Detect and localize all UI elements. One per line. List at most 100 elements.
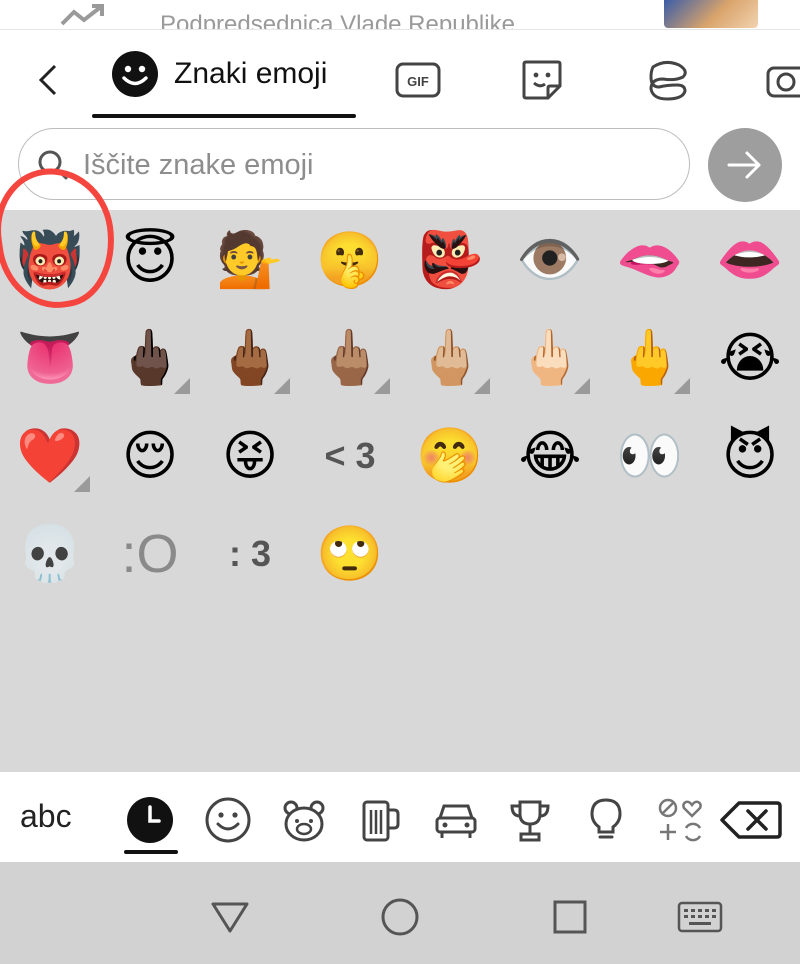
food-icon — [362, 800, 400, 842]
emoji-glyph: 🖕 — [616, 326, 684, 389]
emoji-glyph: 😂 — [518, 424, 582, 487]
emoji-glyph: : 3 — [228, 533, 271, 574]
emoji-key[interactable]: 🤫 — [300, 210, 400, 310]
emoji-key[interactable]: 🖕🏿 — [100, 308, 200, 408]
emoji-key[interactable]: 👅 — [0, 308, 100, 408]
emoji-key[interactable]: 😌 — [100, 406, 200, 506]
nav-keyboard-button[interactable] — [670, 892, 730, 942]
emoji-glyph: 🖕🏿 — [116, 326, 184, 389]
emoji-glyph: 😈 — [721, 424, 779, 487]
emoji-glyph: 😭 — [718, 326, 782, 389]
home-circle-icon — [381, 898, 419, 936]
emoji-glyph: 👺 — [416, 228, 484, 291]
gif-icon-label: GIF — [407, 74, 429, 89]
emoji-category-bar: abc — [0, 772, 800, 862]
active-category-indicator — [124, 850, 178, 854]
emoji-grid: 👹 😇 💁 🤫 👺 👁️ 🫦 👄 👅 🖕🏿 🖕🏾 🖕🏽 🖕🏼 🖕🏻 🖕 😭 ❤️ 😌 😝 < 3 🤭 😂 👀 😈 💀 :O : 3 🙄 — [0, 210, 800, 772]
recent-icon — [127, 797, 173, 843]
emoji-key[interactable]: 🖕🏽 — [300, 308, 400, 408]
emoji-key[interactable]: 👹 — [0, 210, 100, 310]
emoji-search-bar[interactable] — [18, 128, 690, 200]
emoji-key[interactable]: 🖕 — [600, 308, 700, 408]
emoji-glyph: 💁 — [216, 228, 284, 291]
emoji-key[interactable]: 🖕🏾 — [200, 308, 300, 408]
trending-icon — [60, 4, 104, 26]
emoji-key[interactable]: 😇 — [100, 210, 200, 310]
emoji-key[interactable]: 👁️ — [500, 210, 600, 310]
category-symbols[interactable] — [652, 792, 708, 848]
category-travel[interactable] — [428, 792, 484, 848]
emoji-glyph: 😝 — [221, 424, 279, 487]
tab-stickers[interactable] — [518, 56, 566, 104]
bitmoji-icon — [649, 60, 687, 101]
tab-gif[interactable]: GIF — [394, 56, 442, 104]
emoji-key[interactable]: < 3 — [300, 406, 400, 506]
nav-recents-button[interactable] — [540, 892, 600, 942]
category-objects[interactable] — [578, 792, 634, 848]
emoji-key[interactable]: 🖕🏼 — [400, 308, 500, 408]
emoji-key[interactable]: 🫦 — [600, 210, 700, 310]
animals-icon — [283, 800, 325, 842]
category-recent[interactable] — [122, 792, 178, 848]
keyboard-icon — [677, 901, 723, 933]
emoji-glyph: 👅 — [16, 326, 84, 389]
active-tab-indicator — [92, 114, 356, 118]
nav-home-button[interactable] — [370, 892, 430, 942]
smileys-icon — [205, 797, 251, 843]
emoji-key[interactable]: 👺 — [400, 210, 500, 310]
emoji-key[interactable]: 💀 — [0, 504, 100, 604]
tab-emoji[interactable]: Znaki emoji — [92, 30, 356, 118]
tab-emoji-label: Znaki emoji — [174, 57, 328, 90]
abc-keyboard-button[interactable]: abc — [20, 798, 72, 835]
back-triangle-icon — [211, 902, 249, 933]
emoji-key[interactable]: ❤️ — [0, 406, 100, 506]
sticker-icon — [522, 60, 562, 100]
category-smileys[interactable] — [200, 792, 256, 848]
emoji-key[interactable]: 😂 — [500, 406, 600, 506]
recents-square-icon — [553, 900, 587, 934]
search-go-button[interactable] — [708, 128, 782, 202]
emoji-glyph: 😇 — [121, 228, 179, 291]
category-food[interactable] — [352, 792, 408, 848]
skin-tone-variant-indicator — [74, 476, 90, 492]
emoji-key[interactable]: 🙄 — [300, 504, 400, 604]
emoji-key[interactable]: 👄 — [700, 210, 800, 310]
emoji-key[interactable]: 👀 — [600, 406, 700, 506]
tab-camera[interactable] — [760, 56, 800, 104]
emoji-key[interactable]: 🤭 — [400, 406, 500, 506]
back-button[interactable] — [28, 60, 68, 100]
keyboard-tab-bar: Znaki emoji GIF — [0, 30, 800, 126]
background-thumbnail — [664, 0, 758, 28]
emoji-glyph: 🖕🏾 — [216, 326, 284, 389]
skin-tone-variant-indicator — [674, 378, 690, 394]
symbols-icon — [658, 798, 702, 842]
emoji-glyph: 🫦 — [616, 228, 684, 291]
emoji-glyph: ❤️ — [16, 424, 84, 487]
emoji-search-input[interactable] — [83, 143, 663, 187]
activities-icon — [510, 800, 550, 842]
skin-tone-variant-indicator — [174, 378, 190, 394]
category-animals[interactable] — [276, 792, 332, 848]
emoji-key[interactable]: 💁 — [200, 210, 300, 310]
emoji-key[interactable]: 😝 — [200, 406, 300, 506]
emoji-glyph: 👀 — [616, 424, 684, 487]
backspace-button[interactable] — [718, 792, 784, 848]
emoji-key[interactable]: : 3 — [200, 504, 300, 604]
emoji-glyph: :O — [121, 524, 179, 584]
emoji-key[interactable]: :O — [100, 504, 200, 604]
emoji-glyph: 💀 — [16, 522, 84, 585]
arrow-right-icon — [727, 151, 761, 179]
category-activities[interactable] — [502, 792, 558, 848]
emoji-glyph: 🤫 — [316, 228, 384, 291]
background-page-peek: Podpredsednica Vlade Republike — [0, 0, 800, 30]
emoji-glyph: 🖕🏻 — [516, 326, 584, 389]
emoji-key[interactable]: 😈 — [700, 406, 800, 506]
emoji-key[interactable]: 🖕🏻 — [500, 308, 600, 408]
tab-bitmoji[interactable] — [644, 56, 692, 104]
nav-back-button[interactable] — [200, 892, 260, 942]
emoji-glyph: 👹 — [16, 228, 84, 291]
camera-icon — [766, 66, 800, 98]
back-icon — [38, 64, 57, 96]
emoji-key[interactable]: 😭 — [700, 308, 800, 408]
emoji-glyph: 🙄 — [316, 522, 384, 585]
